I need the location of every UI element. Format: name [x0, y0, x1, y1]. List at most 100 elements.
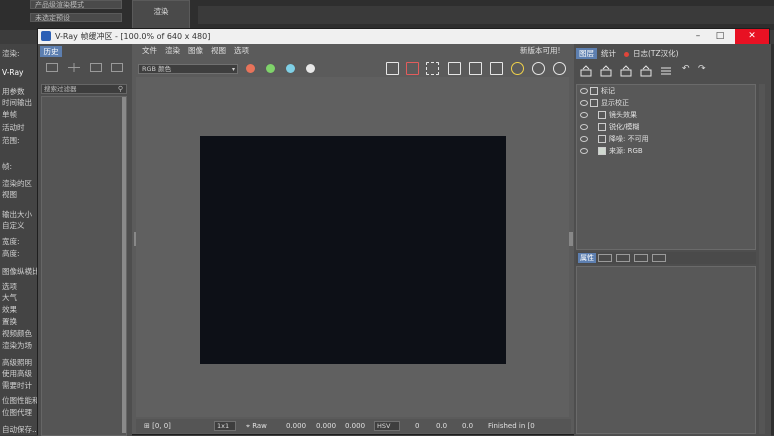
visibility-eye-icon[interactable]: [580, 136, 588, 142]
background-render-setup-panel: 渲染: V-Ray 用参数 时间输出 单帧 活动时 范围: 帧: 渲染的区 视图…: [0, 44, 40, 435]
title-bar[interactable]: V-Ray 帧缓冲区 - [100.0% of 640 x 480] – □ ✕: [38, 29, 769, 44]
bg-label[interactable]: 置换: [2, 316, 17, 327]
layer-row[interactable]: 显示校正: [577, 98, 755, 109]
raw-icon: ⌖: [246, 422, 250, 430]
undo-icon[interactable]: ↶: [682, 64, 690, 74]
properties-button[interactable]: [616, 254, 630, 262]
layers-scrollbar[interactable]: [759, 84, 765, 434]
layer-row[interactable]: 锐化/模糊: [577, 122, 755, 133]
render-settings-icon[interactable]: [532, 62, 545, 75]
properties-button[interactable]: [598, 254, 612, 262]
properties-area[interactable]: [576, 266, 756, 434]
minimize-button[interactable]: –: [688, 29, 708, 44]
alpha-channel-button[interactable]: [306, 64, 315, 73]
bg-label[interactable]: 视频颜色: [2, 328, 32, 339]
region-render-icon[interactable]: [426, 62, 439, 75]
history-filter-input[interactable]: 搜索过滤器 ⚲: [41, 84, 127, 94]
track-mouse-icon[interactable]: [448, 62, 461, 75]
saturation-value: 0.0: [436, 422, 448, 430]
bg-label: 选项: [2, 282, 17, 291]
bg-label[interactable]: 自定义: [2, 220, 25, 231]
bg-label[interactable]: 范围:: [2, 135, 20, 146]
save-history-icon[interactable]: [46, 63, 58, 72]
tab-layers[interactable]: 图层: [576, 48, 597, 59]
bg-label[interactable]: 渲染为场: [2, 340, 32, 351]
render-button[interactable]: 渲染: [132, 0, 190, 29]
bg-label: 位图性能和: [2, 396, 40, 405]
right-splitter-handle[interactable]: [569, 232, 573, 246]
bg-label[interactable]: 自动保存...: [2, 424, 39, 435]
tab-log[interactable]: 日志(TZ汉化): [630, 48, 682, 59]
green-channel-button[interactable]: [266, 64, 275, 73]
bg-label[interactable]: 单帧: [2, 109, 17, 120]
menu-options[interactable]: 选项: [234, 45, 249, 56]
preset-dropdown[interactable]: 未选定预设: [30, 13, 122, 22]
link-icon[interactable]: [490, 62, 503, 75]
layer-row[interactable]: 标记: [577, 86, 755, 97]
visibility-eye-icon[interactable]: [580, 148, 588, 154]
update-available-link[interactable]: 新版本可用!: [520, 45, 561, 56]
menu-image[interactable]: 图像: [188, 45, 203, 56]
compare-icon[interactable]: [68, 63, 80, 72]
remove-history-icon[interactable]: [111, 63, 123, 72]
bg-label: 帧:: [2, 162, 13, 171]
layer-label: 标记: [601, 87, 615, 95]
load-history-icon[interactable]: [90, 63, 102, 72]
zoom-select[interactable]: 1x1: [214, 421, 236, 431]
load-layers-icon[interactable]: [620, 65, 632, 77]
bg-label[interactable]: 需要时计: [2, 380, 32, 391]
history-scrollbar[interactable]: [122, 97, 126, 433]
save-image-icon[interactable]: [386, 62, 399, 75]
menu-render[interactable]: 渲染: [165, 45, 180, 56]
color-mode-select[interactable]: HSV: [374, 421, 400, 431]
render-mode-dropdown[interactable]: 产品级渲染模式: [30, 0, 122, 9]
history-list[interactable]: [41, 96, 127, 436]
vray-app-icon: [41, 31, 51, 41]
tab-properties[interactable]: 属性: [578, 253, 596, 263]
properties-button[interactable]: [634, 254, 648, 262]
bg-label: 输出大小: [2, 210, 32, 219]
visibility-eye-icon[interactable]: [580, 124, 588, 130]
interactive-render-icon[interactable]: [511, 62, 524, 75]
tab-stats[interactable]: 统计: [598, 48, 619, 59]
rendered-image[interactable]: [200, 136, 506, 364]
layer-type-icon: [598, 123, 606, 131]
list-icon[interactable]: [660, 65, 672, 77]
bg-label[interactable]: 效果: [2, 304, 17, 315]
redo-icon[interactable]: ↷: [698, 64, 706, 74]
layer-row[interactable]: 来源: RGB: [577, 146, 755, 157]
window-title: V-Ray 帧缓冲区 - [100.0% of 640 x 480]: [55, 32, 211, 41]
channel-select[interactable]: RGB 颜色 ▾: [138, 64, 238, 74]
red-channel-button[interactable]: [246, 64, 255, 73]
bg-label[interactable]: 活动时: [2, 122, 25, 133]
visibility-eye-icon[interactable]: [580, 100, 588, 106]
render-icon[interactable]: [553, 62, 566, 75]
menu-file[interactable]: 文件: [142, 45, 157, 56]
bg-label[interactable]: 使用高级: [2, 368, 32, 379]
add-layer-icon[interactable]: [580, 65, 592, 77]
tab-history[interactable]: 历史: [40, 46, 62, 57]
bg-label[interactable]: V-Ray: [2, 68, 23, 77]
green-value: 0.000: [316, 422, 337, 430]
raw-toggle[interactable]: ⌖ Raw: [246, 421, 267, 431]
clear-image-icon[interactable]: [406, 62, 419, 75]
raw-label: Raw: [252, 422, 267, 430]
layer-row[interactable]: 镜头效果: [577, 110, 755, 121]
properties-button[interactable]: [652, 254, 666, 262]
bg-label[interactable]: 视图: [2, 189, 17, 200]
layer-label: 锐化/模糊: [609, 123, 640, 131]
coordinate-readout: ⊞ [0, 0]: [144, 422, 171, 430]
close-button[interactable]: ✕: [735, 29, 769, 44]
visibility-eye-icon[interactable]: [580, 112, 588, 118]
bg-label[interactable]: 大气: [2, 292, 17, 303]
blue-channel-button[interactable]: [286, 64, 295, 73]
search-icon[interactable]: ⚲: [118, 85, 123, 94]
lens-effects-icon[interactable]: [469, 62, 482, 75]
maximize-button[interactable]: □: [710, 29, 730, 44]
menu-view[interactable]: 视图: [211, 45, 226, 56]
save-layers-icon[interactable]: [600, 65, 612, 77]
reset-layers-icon[interactable]: [640, 65, 652, 77]
layer-row[interactable]: 降噪: 不可用: [577, 134, 755, 145]
vray-frame-buffer-window: V-Ray 帧缓冲区 - [100.0% of 640 x 480] – □ ✕…: [37, 28, 771, 436]
visibility-eye-icon[interactable]: [580, 88, 588, 94]
